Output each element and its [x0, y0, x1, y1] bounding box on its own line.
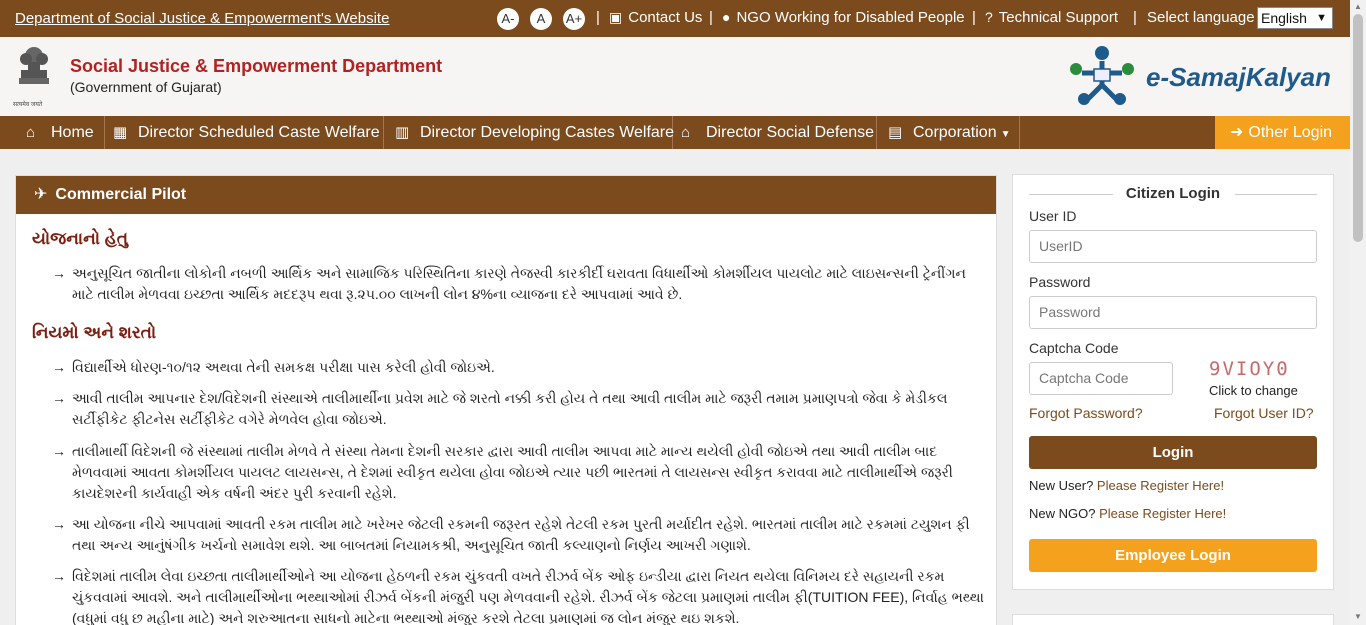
captcha-refresh-link[interactable]: Click to change: [1209, 383, 1298, 398]
captcha-input[interactable]: Captcha Code: [1029, 362, 1173, 395]
new-user-text: New User?: [1029, 478, 1094, 493]
user-id-input[interactable]: UserID: [1029, 230, 1317, 263]
list-item-text: વિદેશમાં તાલીમ લેવા ઇચ્છતા તાલીમાર્થીઓને…: [72, 568, 984, 625]
other-login-button[interactable]: ➜ Other Login: [1215, 116, 1350, 149]
ngo-link[interactable]: ● NGO Working for Disabled People: [722, 9, 965, 26]
site-header: सत्यमेव जयते Social Justice & Empowermen…: [0, 37, 1350, 116]
page-scrollbar[interactable]: ▲ ▼: [1350, 0, 1366, 625]
list-item-text: તાલીમાર્થી વિદેશની જે સંસ્થામાં તાલીમ મે…: [72, 443, 953, 501]
list-item: → આવી તાલીમ આપનાર દેશ/વિદેશની સંસ્થાએ તા…: [52, 388, 984, 430]
list-item: → અનુસૂચિત જાતીના લોકોની નબળી આર્થિક અને…: [52, 263, 984, 305]
department-title: Social Justice & Empowerment Department: [70, 56, 443, 76]
nav-director-developing-castes-welfare[interactable]: ▥ Director Developing Castes Welfare: [383, 116, 675, 149]
arrow-right-icon: →: [52, 359, 66, 375]
font-decrease-button[interactable]: A-: [497, 8, 519, 30]
secondary-sidebar-box: [1012, 614, 1334, 625]
list-item-text: આ યોજના નીચે આપવામાં આવતી રકમ તાલીમ માટે…: [72, 516, 970, 553]
section-rules-title: નિયમો અને શરતો: [32, 323, 157, 342]
employee-login-button[interactable]: Employee Login: [1029, 539, 1317, 572]
user-icon: ●: [722, 9, 731, 25]
password-input[interactable]: Password: [1029, 296, 1317, 329]
list-item-text: વિદ્યાર્થીએ ધોરણ-૧૦/૧૨ અથવા તેની સમકક્ષ …: [72, 359, 495, 375]
list-item: → આ યોજના નીચે આપવામાં આવતી રકમ તાલીમ મા…: [52, 514, 984, 556]
forgot-password-link[interactable]: Forgot Password?: [1029, 405, 1143, 421]
nav-director-social-defense[interactable]: ⌂ Director Social Defense: [669, 116, 877, 149]
arrow-right-icon: →: [52, 390, 66, 406]
technical-support-label: Technical Support: [998, 9, 1119, 26]
home-icon: ⌂: [26, 124, 36, 141]
scrollbar-thumb[interactable]: [1353, 14, 1363, 242]
font-increase-button[interactable]: A+: [563, 8, 585, 30]
register-ngo-link[interactable]: Please Register Here!: [1099, 506, 1226, 521]
technical-support-link[interactable]: ? Technical Support: [985, 9, 1118, 26]
scheme-details-panel: ✈ Commercial Pilot યોજનાનો હેતુ → અનુસૂચિ…: [15, 175, 997, 625]
section-objective-title: યોજનાનો હેતુ: [32, 229, 129, 248]
citizen-login-box: Citizen Login User ID UserID Password Pa…: [1012, 174, 1334, 590]
scroll-down-icon[interactable]: ▼: [1354, 612, 1362, 621]
login-title: Citizen Login: [1125, 185, 1221, 202]
nav-director-scheduled-caste-welfare[interactable]: ▦ Director Scheduled Caste Welfare: [101, 116, 384, 149]
contact-us-link[interactable]: ▣ Contact Us: [609, 9, 702, 26]
new-user-row: New User? Please Register Here!: [1029, 478, 1224, 493]
emblem-caption: सत्यमेव जयते: [13, 102, 43, 108]
scroll-up-icon[interactable]: ▲: [1354, 2, 1362, 11]
national-emblem-icon: [19, 47, 49, 84]
separator: |: [709, 9, 713, 26]
scheme-title: Commercial Pilot: [55, 186, 187, 203]
separator: |: [972, 9, 976, 26]
font-normal-button[interactable]: A: [530, 8, 552, 30]
department-subtitle: (Government of Gujarat): [70, 79, 222, 95]
captcha-label: Captcha Code: [1029, 340, 1119, 356]
chevron-down-icon: ▼: [1316, 12, 1327, 24]
list-item: → તાલીમાર્થી વિદેશની જે સંસ્થામાં તાલીમ …: [52, 441, 984, 504]
brand-name[interactable]: e-SamajKalyan: [1146, 62, 1331, 93]
sign-in-icon: ➜: [1230, 124, 1244, 141]
list-item: → વિદેશમાં તાલીમ લેવા ઇચ્છતા તાલીમાર્થીઓ…: [52, 566, 984, 625]
user-id-label: User ID: [1029, 208, 1077, 224]
nav-developing-castes-label: Director Developing Castes Welfare: [420, 124, 675, 141]
ngo-label: NGO Working for Disabled People: [736, 9, 965, 26]
top-utility-bar: Department of Social Justice & Empowerme…: [0, 0, 1350, 37]
register-user-link[interactable]: Please Register Here!: [1097, 478, 1224, 493]
list-item-text: અનુસૂચિત જાતીના લોકોની નબળી આર્થિક અને સ…: [72, 265, 966, 302]
language-select[interactable]: English ▼: [1257, 7, 1333, 29]
nav-social-defense-label: Director Social Defense: [706, 124, 875, 141]
institution-icon: ▤: [888, 124, 903, 141]
arrow-right-icon: →: [52, 265, 66, 281]
list-item: → વિદ્યાર્થીએ ધોરણ-૧૦/૧૨ અથવા તેની સમકક્…: [52, 357, 984, 378]
panel-header: ✈ Commercial Pilot: [16, 176, 996, 214]
caret-down-icon: ▼: [1000, 129, 1011, 140]
select-language-label: Select language: [1147, 9, 1255, 26]
contact-us-label: Contact Us: [628, 9, 703, 26]
contact-card-icon: ▣: [609, 9, 623, 25]
arrow-right-icon: →: [52, 443, 66, 459]
list-item-text: આવી તાલીમ આપનાર દેશ/વિદેશની સંસ્થાએ તાલી…: [72, 390, 948, 427]
nav-home[interactable]: ⌂ Home: [14, 116, 105, 149]
other-login-label: Other Login: [1248, 124, 1333, 141]
building-icon: ▦: [113, 124, 128, 141]
new-ngo-text: New NGO?: [1029, 506, 1096, 521]
password-label: Password: [1029, 274, 1091, 290]
department-website-link[interactable]: Department of Social Justice & Empowerme…: [15, 10, 389, 27]
bank-icon: ⌂: [681, 124, 691, 141]
captcha-image[interactable]: 9VIOY0: [1209, 358, 1290, 380]
separator: |: [1133, 9, 1137, 26]
new-ngo-row: New NGO? Please Register Here!: [1029, 506, 1226, 521]
forgot-user-id-link[interactable]: Forgot User ID?: [1214, 405, 1314, 421]
separator: |: [596, 9, 600, 26]
arrow-right-icon: →: [52, 568, 66, 584]
nav-home-label: Home: [51, 124, 94, 141]
nav-corporation-label: Corporation: [913, 124, 997, 141]
office-icon: ▥: [395, 124, 410, 141]
login-button[interactable]: Login: [1029, 436, 1317, 469]
question-circle-icon: ?: [985, 9, 993, 25]
nav-scheduled-caste-label: Director Scheduled Caste Welfare: [138, 124, 380, 141]
language-select-value: English: [1261, 10, 1307, 26]
main-navigation: ⌂ Home ▦ Director Scheduled Caste Welfare …: [0, 116, 1350, 149]
e-samajkalyan-logo-icon[interactable]: [1062, 41, 1142, 113]
plane-icon: ✈: [34, 186, 48, 203]
nav-corporation[interactable]: ▤ Corporation ▼: [876, 116, 1020, 149]
arrow-right-icon: →: [52, 516, 66, 532]
